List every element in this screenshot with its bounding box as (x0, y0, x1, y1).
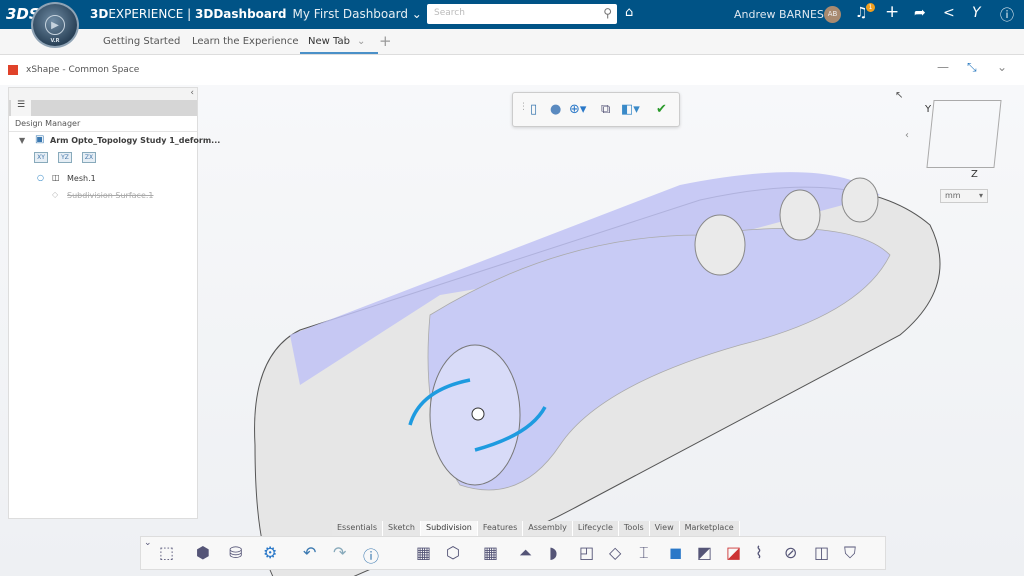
tab-tools[interactable]: Tools (618, 521, 650, 536)
search-input[interactable]: Search ⚲ (427, 4, 617, 24)
tree-item-mesh[interactable]: Mesh.1 (67, 174, 96, 183)
section-icon[interactable]: ▯ (530, 102, 537, 117)
compass[interactable]: ▶ V.R (31, 2, 79, 48)
chevron-down-icon: ▾ (978, 191, 983, 200)
top-bar: 3DS 3DEXPERIENCE | 3DDashboard My First D… (0, 0, 1024, 29)
widget-title: xShape - Common Space (26, 65, 140, 75)
save-icon[interactable]: ⛁ (229, 543, 242, 562)
cube-icon[interactable]: ◩ (697, 543, 712, 562)
render-style-dropdown[interactable]: ⊕▾ (569, 102, 586, 117)
validate-icon[interactable]: ✔ (656, 102, 667, 117)
expand-icon[interactable]: ▼ (19, 136, 25, 145)
tab-subdivision[interactable]: Subdivision (421, 521, 478, 536)
tree-root[interactable]: Arm Opto_Topology Study 1_deform... (50, 136, 220, 145)
tag-icon[interactable]: ⌂ (625, 5, 633, 20)
shading-icon[interactable]: ● (550, 102, 561, 117)
curve-icon[interactable]: ⌇ (755, 543, 763, 562)
axis-y: Y (925, 104, 932, 115)
manipulator-handle (471, 407, 485, 421)
collapse-panel-icon[interactable]: ‹ (9, 88, 197, 100)
tree-item-subdivision[interactable]: Subdivision Surface.1 (67, 191, 154, 200)
tree-view-icon[interactable]: ☰ (11, 100, 31, 116)
primitive-icon[interactable]: ⬡ (446, 543, 460, 562)
notification-badge: 1 (866, 3, 875, 12)
pull-icon[interactable]: ⏶ (519, 543, 532, 563)
cursor-icon: ↖ (895, 90, 904, 101)
widget-title-bar (0, 55, 1024, 85)
apps-icon[interactable]: Y (972, 5, 981, 21)
update-icon[interactable]: ⚙ (263, 543, 277, 562)
tab-features[interactable]: Features (477, 521, 524, 536)
play-icon: ▶ (45, 15, 65, 35)
app-title[interactable]: 3DEXPERIENCE | 3DDashboard My First Dashb… (90, 7, 422, 21)
face-icon[interactable]: ◇ (609, 543, 621, 562)
view-cube-dropdown[interactable]: ◧▾ (621, 102, 640, 117)
dashboard-tabs: Getting Started Learn the Experience New… (0, 29, 1024, 55)
tab-essentials[interactable]: Essentials (332, 521, 384, 536)
tab-learn-the-experience[interactable]: Learn the Experience (192, 36, 298, 47)
tab-menu-chevron-icon[interactable]: ⌄ (357, 36, 365, 47)
collapse-icon[interactable]: ⤡ (967, 60, 977, 75)
tab-sketch[interactable]: Sketch (383, 521, 421, 536)
search-icon[interactable]: ⚲ (603, 6, 612, 20)
section-tabs: Essentials Sketch Subdivision Features A… (332, 521, 740, 536)
subdivision-icon: ◇ (52, 190, 59, 199)
tab-lifecycle[interactable]: Lifecycle (572, 521, 619, 536)
mesh-icon: ◫ (52, 173, 60, 182)
dashboard-name: My First Dashboard (292, 7, 408, 21)
delete-face-icon[interactable]: ◪ (726, 543, 741, 562)
chevron-down-icon: ⌄ (411, 7, 422, 21)
action-toolbar: ⋮ ▯ ● ⊕▾ ⧉ ◧▾ ✔ (512, 92, 680, 127)
plane-xy[interactable]: XY (34, 152, 48, 163)
select-icon[interactable]: ⬚ (159, 543, 174, 562)
add-tab-icon[interactable]: + (379, 32, 392, 50)
symmetry-icon[interactable]: ⛉ (844, 543, 856, 563)
network-icon[interactable]: < (943, 5, 955, 21)
unit-select[interactable]: mm ▾ (940, 189, 988, 203)
panel-title: Design Manager (9, 116, 197, 132)
drag-handle-icon[interactable]: ⋮ (519, 102, 528, 112)
help-icon[interactable]: ⓘ (1000, 5, 1014, 25)
rotate-left-icon[interactable]: ‹ (905, 130, 909, 141)
tree-node-icon: ○ (37, 173, 44, 182)
view-icon[interactable]: ⧉ (601, 102, 610, 117)
widget-menu-chevron-icon[interactable]: ⌄ (997, 60, 1007, 74)
plane-zx[interactable]: ZX (82, 152, 96, 163)
avatar[interactable]: AB (824, 6, 841, 23)
plane-yz[interactable]: YZ (58, 152, 72, 163)
add-icon[interactable]: + (885, 2, 899, 22)
undo-icon[interactable]: ↶ (303, 543, 316, 562)
tab-view[interactable]: View (649, 521, 680, 536)
tab-new-tab[interactable]: New Tab (300, 36, 378, 54)
tab-assembly[interactable]: Assembly (523, 521, 573, 536)
help-icon[interactable]: ⓘ (363, 543, 379, 567)
xshape-app-icon (8, 65, 18, 75)
share-icon[interactable]: ➦ (914, 5, 926, 21)
grid-icon[interactable]: ▦ (483, 543, 498, 562)
extrude-icon[interactable]: ◗ (549, 543, 557, 562)
axis-z: Z (971, 169, 978, 180)
minimize-icon[interactable]: — (937, 60, 949, 74)
analysis-icon[interactable]: ⊘ (784, 543, 797, 562)
tab-marketplace[interactable]: Marketplace (679, 521, 740, 536)
action-bar: ⌄ ⬚ ⬢ ⛁ ⚙ ↶ ↷ ⓘ ▦ ⬡ ▦ ⏶ ◗ ◰ ◇ ⌶ ◼ ◩ ◪ ⌇ … (140, 536, 886, 570)
expand-bar-icon[interactable]: ⌄ (144, 538, 152, 548)
tab-getting-started[interactable]: Getting Started (103, 36, 180, 47)
part-icon: ▣ (35, 134, 45, 145)
part-icon[interactable]: ⬢ (196, 543, 210, 562)
mirror-icon[interactable]: ◫ (814, 543, 829, 562)
subdivision-grid-icon[interactable]: ▦ (416, 543, 431, 562)
user-name[interactable]: Andrew BARNES (734, 8, 824, 21)
redo-icon[interactable]: ↷ (333, 543, 346, 562)
bridge-icon[interactable]: ⌶ (639, 543, 649, 563)
inset-icon[interactable]: ◰ (579, 543, 594, 562)
view-cube[interactable] (926, 100, 1002, 168)
surface-icon[interactable]: ◼ (669, 543, 682, 562)
compass-version: V.R (50, 38, 60, 44)
